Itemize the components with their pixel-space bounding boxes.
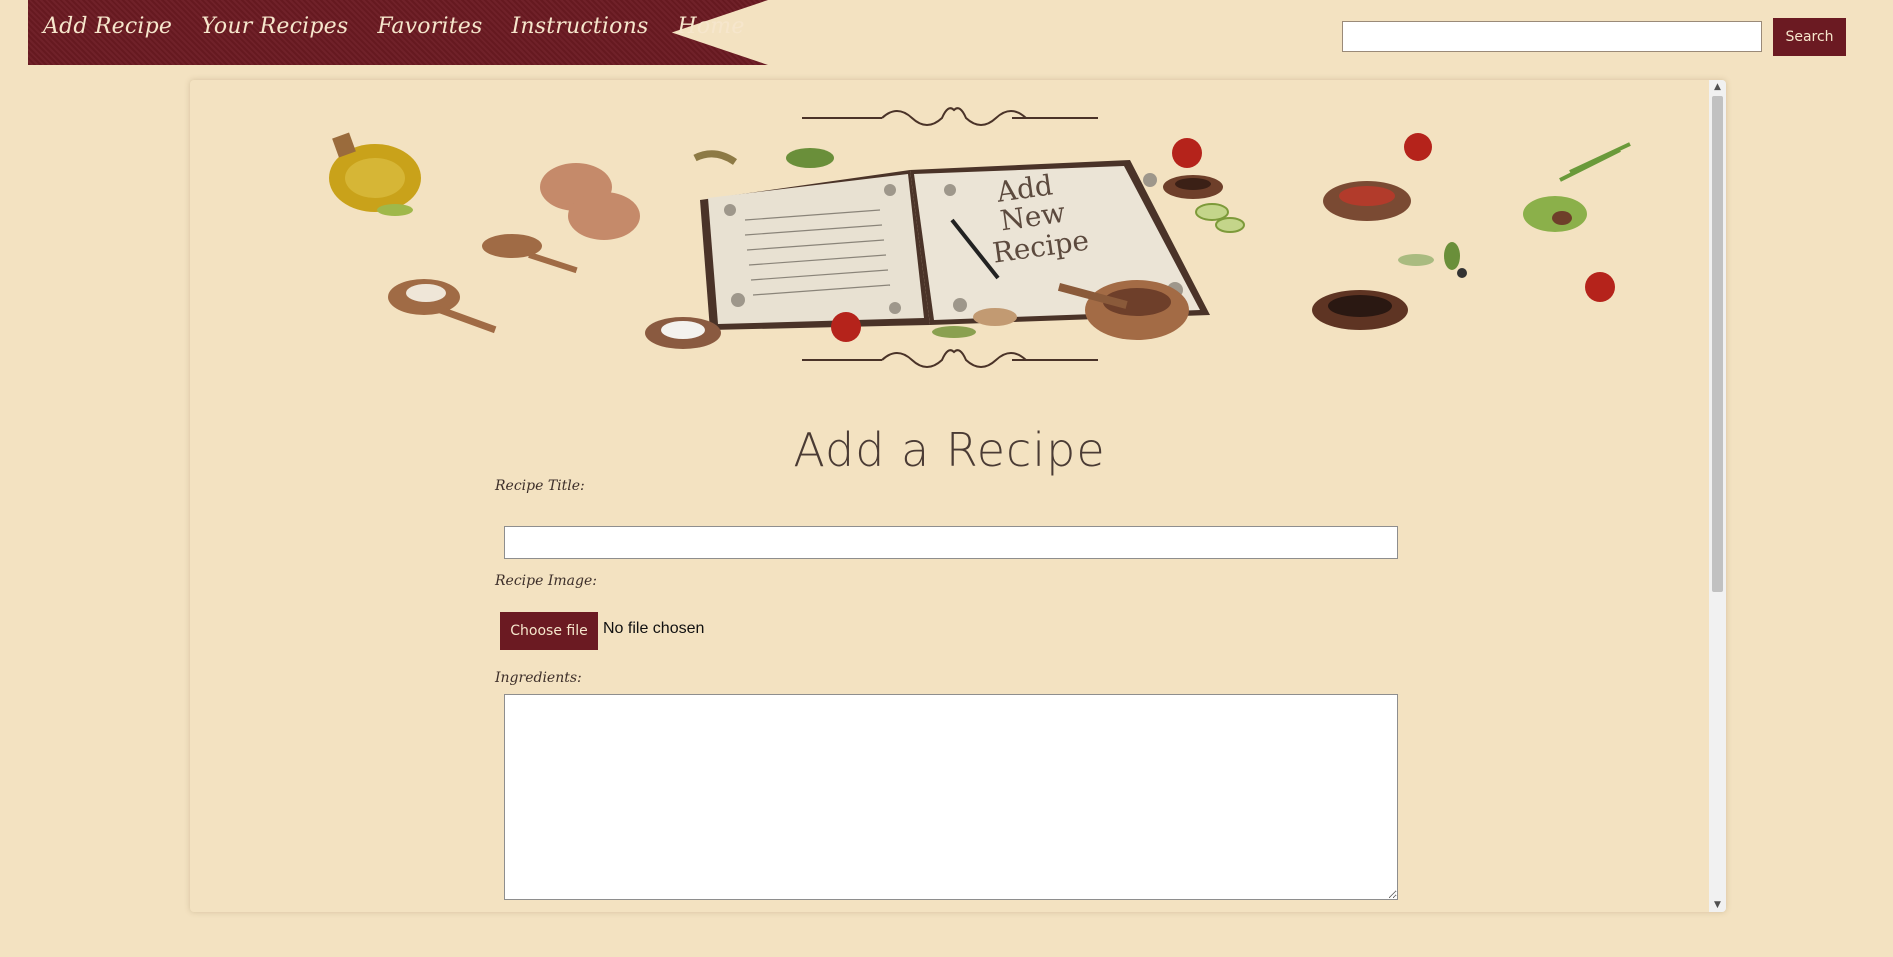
leaf-icon	[932, 326, 976, 338]
recipe-title-input[interactable]	[504, 526, 1398, 559]
main-nav: Add Recipe Your Recipes Favorites Instru…	[43, 14, 745, 39]
scroll-thumb[interactable]	[1712, 96, 1723, 592]
nav-add-recipe[interactable]: Add Recipe	[43, 14, 172, 39]
search-input[interactable]	[1342, 21, 1762, 52]
top-flourish-icon	[802, 107, 1098, 126]
green-onion-icon	[1559, 142, 1631, 182]
onion-icon	[568, 192, 640, 240]
content-panel: Add New Recipe Add a Recipe Recipe Title…	[190, 80, 1726, 912]
leaf-icon	[1398, 254, 1434, 266]
scroll-up-icon[interactable]: ▲	[1709, 80, 1726, 94]
pea-pod-icon	[693, 150, 738, 165]
leaf-icon	[786, 148, 834, 168]
almond-icon	[973, 308, 1017, 326]
nav-instructions[interactable]: Instructions	[511, 14, 648, 39]
wooden-spoon-icon	[388, 234, 578, 334]
nav-home[interactable]: Home	[677, 14, 744, 39]
recipe-title-label: Recipe Title:	[495, 478, 585, 494]
cucumber-icon	[1195, 203, 1245, 233]
recipe-image-label: Recipe Image:	[495, 573, 597, 589]
hero-illustration: Add New Recipe	[329, 107, 1631, 368]
search-button[interactable]: Search	[1773, 18, 1846, 56]
peppercorn-icon	[1457, 268, 1467, 278]
leaf-icon	[1444, 242, 1460, 270]
nav-your-recipes[interactable]: Your Recipes	[201, 14, 348, 39]
scroll-down-icon[interactable]: ▼	[1709, 898, 1726, 912]
ingredients-textarea[interactable]	[504, 694, 1398, 900]
ingredients-label: Ingredients:	[495, 670, 582, 686]
nav-favorites[interactable]: Favorites	[377, 14, 482, 39]
choose-file-button[interactable]: Choose file	[500, 612, 598, 650]
panel-scrollbar[interactable]: ▲ ▼	[1709, 80, 1726, 912]
oil-bottle-icon	[329, 132, 421, 216]
file-status: No file chosen	[603, 620, 705, 637]
page-title: Add a Recipe	[793, 422, 1106, 477]
bottom-flourish-icon	[802, 349, 1098, 368]
